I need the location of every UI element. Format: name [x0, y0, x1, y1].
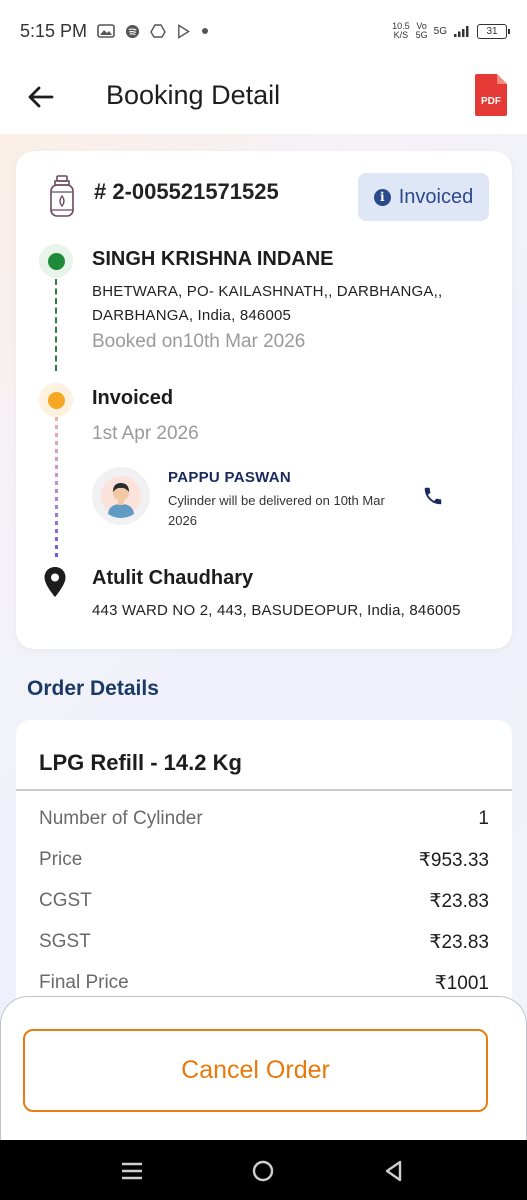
- volte-network: 5G: [415, 30, 428, 40]
- battery-level: 31: [486, 25, 498, 37]
- bottom-action-sheet: Cancel Order: [0, 996, 527, 1146]
- system-navigation-bar: [0, 1140, 527, 1200]
- spotify-notification-icon: [125, 24, 140, 38]
- booked-date: Booked on10th Mar 2026: [92, 331, 306, 352]
- order-row-label: Price: [39, 849, 83, 870]
- gallery-notification-icon: [97, 24, 115, 38]
- play-store-notification-icon: [178, 23, 191, 39]
- order-details-heading: Order Details: [27, 677, 159, 700]
- distributor-address: BHETWARA, PO- KAILASHNATH,, DARBHANGA,, …: [92, 283, 443, 324]
- timeline-connector-2: [55, 417, 58, 557]
- order-divider: [16, 789, 512, 791]
- back-arrow-icon[interactable]: [24, 80, 58, 114]
- order-row-value: ₹953.33: [418, 850, 489, 871]
- status-time: 5:15 PM: [20, 20, 88, 41]
- customer-name: Atulit Chaudhary: [92, 567, 254, 589]
- order-row-final-price: Final Price ₹1001: [39, 972, 489, 995]
- order-row-value: ₹23.83: [429, 932, 489, 953]
- status-badge: i Invoiced: [358, 173, 489, 221]
- cancel-order-button[interactable]: Cancel Order: [23, 1029, 488, 1112]
- back-triangle-icon[interactable]: [381, 1158, 407, 1184]
- order-row-label: SGST: [39, 931, 91, 952]
- booking-tracking-card: # 2-005521571525 i Invoiced SINGH KRISHN…: [16, 151, 512, 649]
- order-row-price: Price ₹953.33: [39, 849, 489, 872]
- location-pin-icon: [44, 567, 66, 597]
- volte-indicator: Vo 5G: [416, 22, 428, 40]
- order-row-value: ₹1001: [434, 973, 489, 994]
- order-row-cylinders: Number of Cylinder 1: [39, 808, 489, 830]
- battery-icon: 31: [477, 23, 510, 39]
- status-badge-label: Invoiced: [398, 185, 474, 208]
- network-speed: 10.5 K/S: [392, 22, 410, 40]
- timeline-connector-1: [55, 279, 57, 371]
- call-agent-phone-icon[interactable]: [422, 485, 444, 507]
- order-row-label: CGST: [39, 890, 92, 911]
- drive-notification-icon: [150, 24, 166, 38]
- app-header: Booking Detail PDF: [0, 62, 527, 134]
- order-row-sgst: SGST ₹23.83: [39, 931, 489, 954]
- order-row-label: Number of Cylinder: [39, 808, 203, 829]
- order-row-value: ₹23.83: [429, 891, 489, 912]
- status-bar: 5:15 PM 10.5 K/S Vo 5G 5G 31: [0, 0, 527, 62]
- order-row-label: Final Price: [39, 972, 129, 993]
- order-details-card: LPG Refill - 14.2 Kg Number of Cylinder …: [16, 720, 512, 1020]
- network-type: 5G: [433, 25, 447, 37]
- invoiced-date: 1st Apr 2026: [92, 423, 199, 444]
- invoiced-step-title: Invoiced: [92, 387, 174, 409]
- invoiced-step-dot: [39, 383, 73, 417]
- order-product-name: LPG Refill - 14.2 Kg: [39, 750, 242, 775]
- distributor-name: SINGH KRISHNA INDANE: [92, 248, 334, 270]
- delivery-agent-avatar: [92, 467, 150, 525]
- pdf-download-icon[interactable]: PDF: [473, 72, 509, 118]
- delivery-agent-name: PAPPU PASWAN: [168, 469, 292, 486]
- network-speed-unit: K/S: [393, 30, 409, 40]
- order-row-value: 1: [478, 808, 489, 829]
- pdf-label: PDF: [481, 96, 501, 107]
- booking-number: # 2-005521571525: [94, 179, 279, 204]
- order-row-cgst: CGST ₹23.83: [39, 890, 489, 913]
- more-notifications-dot-icon: [202, 28, 209, 34]
- signal-icon: [454, 26, 469, 37]
- page-title: Booking Detail: [106, 80, 281, 110]
- delivery-message: Cylinder will be delivered on 10th Mar 2…: [168, 493, 385, 528]
- home-circle-icon[interactable]: [250, 1158, 276, 1184]
- distributor-step-dot: [39, 244, 73, 278]
- gas-cylinder-icon: [50, 175, 74, 217]
- customer-address: 443 WARD NO 2, 443, BASUDEOPUR, India, 8…: [92, 602, 461, 619]
- info-icon: i: [373, 188, 391, 206]
- recent-apps-icon[interactable]: [119, 1158, 145, 1184]
